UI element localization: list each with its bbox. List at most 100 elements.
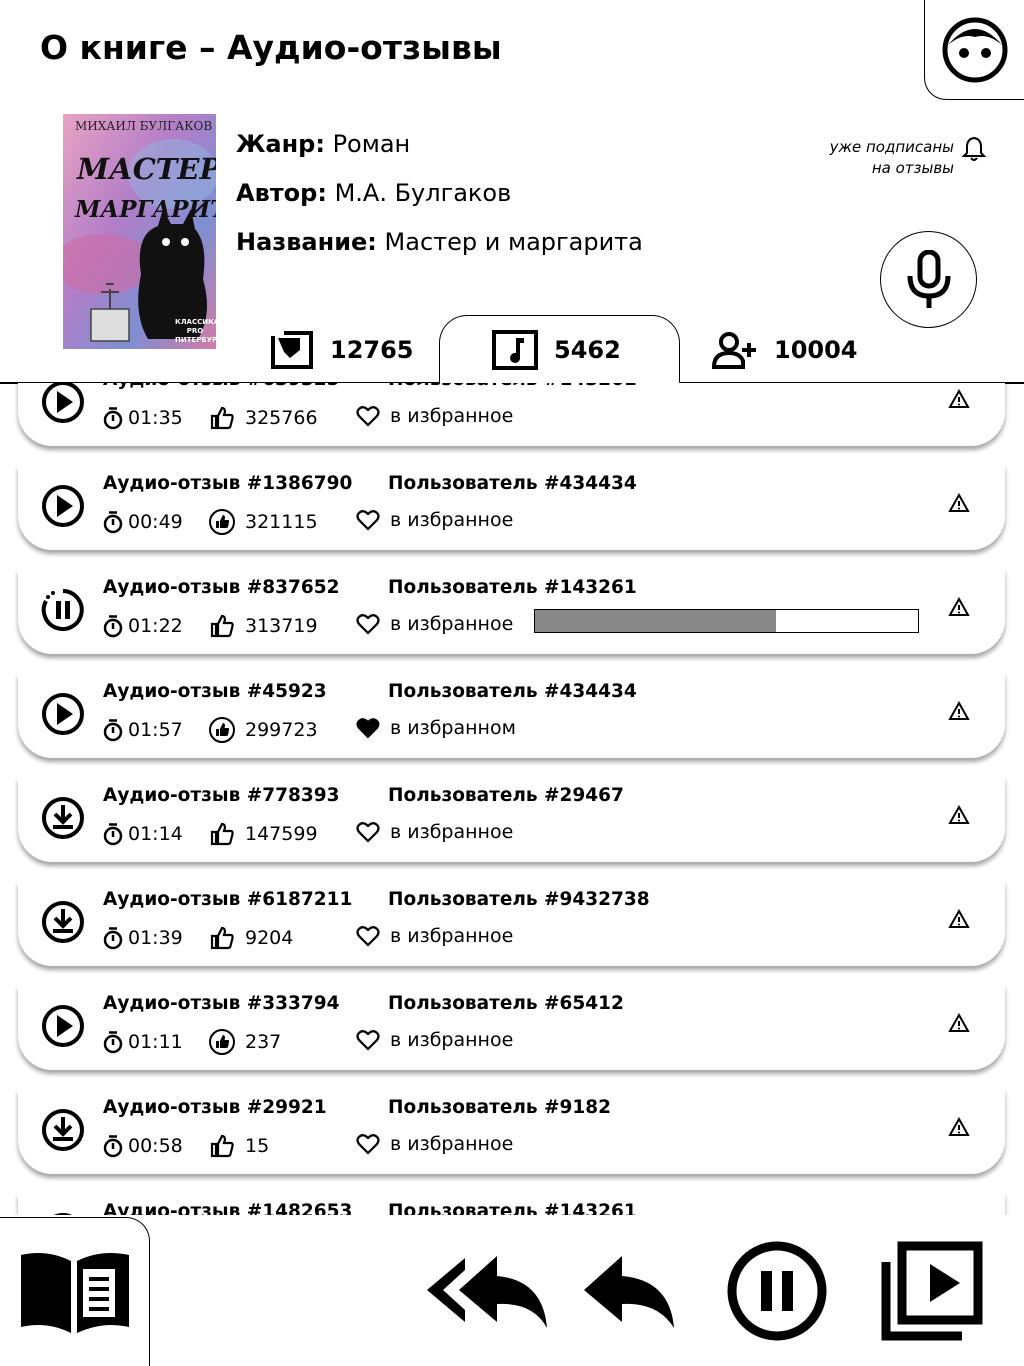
favorite-label: в избранное — [390, 821, 514, 843]
review-title[interactable]: Аудио-отзыв #29921 — [103, 1097, 327, 1118]
play-button[interactable] — [40, 1003, 86, 1049]
thumbs-up-icon — [210, 822, 234, 846]
like-button[interactable]: 237 — [209, 1029, 281, 1055]
favorite-button[interactable]: в избранном — [356, 717, 516, 739]
warning-icon — [948, 700, 970, 720]
subscription-line2: на отзывы — [871, 159, 954, 177]
review-card[interactable]: Аудио-отзыв #6187211 Пользователь #943273… — [18, 881, 1005, 966]
review-card[interactable]: Аудио-отзыв #778393 Пользователь #29467 01… — [18, 777, 1005, 862]
favorite-button[interactable]: в избранное — [356, 1133, 513, 1155]
duration-value: 01:39 — [128, 927, 183, 949]
tab-subscribers[interactable]: 10004 — [712, 318, 858, 382]
favorite-button[interactable]: в избранное — [356, 509, 513, 531]
download-icon — [42, 797, 84, 839]
like-button[interactable]: 325766 — [209, 405, 318, 431]
text-review-icon — [270, 330, 313, 369]
play-button[interactable] — [40, 483, 86, 529]
face-icon — [942, 17, 1007, 82]
like-button[interactable]: 9204 — [209, 925, 293, 951]
thumbs-up-icon — [210, 406, 234, 430]
record-review-button[interactable] — [880, 231, 977, 328]
bell-icon[interactable] — [960, 135, 988, 163]
reviews-list[interactable]: Аудио-отзыв #639325 Пользователь #143261 0… — [0, 383, 1024, 1215]
play-button[interactable] — [40, 383, 86, 425]
warning-icon — [948, 492, 970, 512]
rewind-all-button[interactable] — [425, 1250, 550, 1330]
favorite-button[interactable]: в избранное — [356, 405, 513, 427]
profile-button[interactable] — [924, 0, 1024, 100]
review-title[interactable]: Аудио-отзыв #333794 — [103, 993, 339, 1014]
review-title[interactable]: Аудио-отзыв #1482653 — [103, 1201, 352, 1215]
favorite-button[interactable]: в избранное — [356, 613, 513, 635]
likes-count: 313719 — [245, 615, 318, 637]
review-user[interactable]: Пользователь #143261 — [388, 1201, 637, 1215]
review-user[interactable]: Пользователь #434434 — [388, 473, 637, 494]
review-title[interactable]: Аудио-отзыв #1386790 — [103, 473, 352, 494]
report-button[interactable] — [948, 1012, 970, 1037]
review-title[interactable]: Аудио-отзыв #6187211 — [103, 889, 352, 910]
review-user[interactable]: Пользователь #29467 — [388, 785, 624, 806]
review-card[interactable]: Аудио-отзыв #837652 Пользователь #143261 0… — [18, 569, 1005, 654]
subscription-status[interactable]: уже подписаны на отзывы — [830, 137, 954, 179]
review-title[interactable]: Аудио-отзыв #45923 — [103, 681, 327, 702]
report-button[interactable] — [948, 492, 970, 517]
like-button[interactable]: 321115 — [209, 509, 318, 535]
pause-icon — [727, 1241, 827, 1341]
review-user[interactable]: Пользователь #143261 — [388, 383, 637, 390]
review-user[interactable]: Пользователь #9182 — [388, 1097, 611, 1118]
genre-row: Жанр: Роман — [236, 130, 410, 158]
tab-audio-reviews[interactable]: 5462 — [492, 318, 621, 382]
report-button[interactable] — [948, 700, 970, 725]
playlist-play-button[interactable] — [880, 1240, 984, 1342]
read-book-button[interactable] — [0, 1217, 150, 1366]
like-button[interactable]: 299723 — [209, 717, 318, 743]
favorite-button[interactable]: в избранное — [356, 821, 513, 843]
book-cover[interactable]: МИХАИЛ БУЛГАКОВ МАСТЕР И МАРГАРИТА КЛАСС… — [63, 114, 216, 349]
review-card[interactable]: Аудио-отзыв #45923 Пользователь #434434 01… — [18, 673, 1005, 758]
download-button[interactable] — [40, 899, 86, 945]
back-button[interactable] — [582, 1250, 677, 1330]
review-card[interactable]: Аудио-отзыв #333794 Пользователь #65412 01… — [18, 985, 1005, 1070]
report-button[interactable] — [948, 596, 970, 621]
review-card[interactable]: Аудио-отзыв #1482653 Пользователь #143261 — [18, 1193, 1005, 1215]
favorite-button[interactable]: в избранное — [356, 925, 513, 947]
favorite-button[interactable]: в избранное — [356, 1029, 513, 1051]
review-user[interactable]: Пользователь #143261 — [388, 577, 637, 598]
review-duration: 00:49 — [102, 510, 183, 534]
download-button[interactable] — [40, 795, 86, 841]
review-title[interactable]: Аудио-отзыв #778393 — [103, 785, 339, 806]
pause-button[interactable] — [40, 587, 86, 633]
download-button[interactable] — [40, 1107, 86, 1153]
report-button[interactable] — [948, 908, 970, 933]
duration-value: 01:14 — [128, 823, 183, 845]
playback-progress[interactable] — [534, 609, 919, 633]
review-card[interactable]: Аудио-отзыв #639325 Пользователь #143261 0… — [18, 383, 1005, 446]
review-user[interactable]: Пользователь #65412 — [388, 993, 624, 1014]
review-user[interactable]: Пользователь #434434 — [388, 681, 637, 702]
report-button[interactable] — [948, 1116, 970, 1141]
play-button[interactable] — [40, 691, 86, 737]
stopwatch-icon — [103, 511, 123, 534]
like-button[interactable]: 147599 — [209, 821, 318, 847]
page-title: О книге – Аудио-отзывы — [40, 28, 502, 67]
review-user[interactable]: Пользователь #9432738 — [388, 889, 650, 910]
duration-value: 00:49 — [128, 511, 183, 533]
cover-title-line1: МАСТЕР И — [77, 152, 216, 186]
report-button[interactable] — [948, 804, 970, 829]
heart-icon — [356, 510, 380, 531]
tab-text-reviews[interactable]: 12765 — [270, 318, 414, 382]
review-title[interactable]: Аудио-отзыв #837652 — [103, 577, 339, 598]
heart-icon — [356, 1030, 380, 1051]
review-card[interactable]: Аудио-отзыв #29921 Пользователь #9182 00:5… — [18, 1089, 1005, 1174]
report-button[interactable] — [948, 388, 970, 413]
favorite-label: в избранное — [390, 405, 514, 427]
like-button[interactable]: 15 — [209, 1133, 269, 1159]
likes-count: 237 — [245, 1031, 282, 1053]
author-value: М.А. Булгаков — [334, 179, 512, 207]
stopwatch-icon — [103, 407, 123, 430]
pause-all-button[interactable] — [726, 1240, 828, 1342]
review-title[interactable]: Аудио-отзыв #639325 — [103, 383, 339, 390]
play-icon — [42, 1005, 84, 1047]
like-button[interactable]: 313719 — [209, 613, 318, 639]
review-card[interactable]: Аудио-отзыв #1386790 Пользователь #434434… — [18, 465, 1005, 550]
